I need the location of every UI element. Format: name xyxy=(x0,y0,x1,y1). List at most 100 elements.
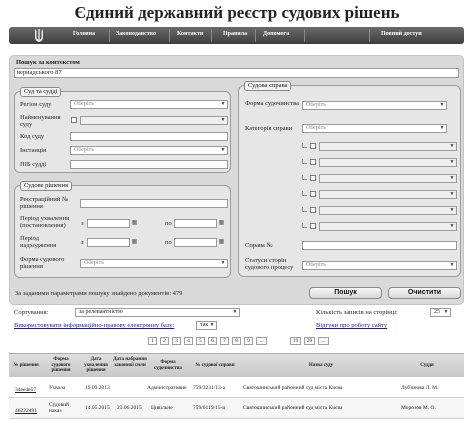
page-button[interactable]: 6 xyxy=(208,337,217,345)
subcategory-select[interactable]: ▼ xyxy=(319,222,457,231)
calendar-icon[interactable]: ▦ xyxy=(218,239,225,246)
chevron-down-icon: ▼ xyxy=(449,192,455,197)
chevron-down-icon: ▼ xyxy=(449,208,455,213)
column-header-proceeding-form[interactable]: Форма судочинства xyxy=(149,360,187,371)
nav-divider xyxy=(211,29,212,42)
category-select[interactable]: Оберіть ▼ xyxy=(302,124,447,133)
tree-connector xyxy=(302,159,307,164)
decision-number-link[interactable]: 46222491 xyxy=(15,408,37,414)
court-name-checkbox[interactable] xyxy=(71,117,77,123)
court-name-label: Найменування суду xyxy=(20,114,61,128)
chevron-down-icon: ▼ xyxy=(209,323,215,328)
chevron-down-icon: ▼ xyxy=(449,144,455,149)
case-number-cell: 759/3231/13-а xyxy=(193,385,226,391)
period-decision-label: Період ухвалення (постановлення) xyxy=(20,215,70,229)
period-receipt-from-input[interactable] xyxy=(87,238,130,247)
court-fieldset: Суд та судді Регіон суду Оберіть ▼ Найме… xyxy=(14,87,231,173)
e-service-select[interactable]: так ▼ xyxy=(196,321,217,330)
e-service-link[interactable]: Використовувати інформаційно-правову еле… xyxy=(14,322,174,329)
period-decision-from-input[interactable] xyxy=(87,219,130,228)
page-button[interactable]: 8 xyxy=(232,337,241,345)
calendar-icon[interactable]: ▦ xyxy=(131,220,138,227)
decision-form-label: Форма судового рішення xyxy=(20,256,65,270)
nav-help[interactable]: Допомога xyxy=(263,31,289,37)
per-page-select[interactable]: 25 ▼ xyxy=(430,308,451,317)
page-button[interactable]: 20 xyxy=(304,337,315,345)
decision-form-select[interactable]: Оберіть ▼ xyxy=(80,259,228,268)
column-header-decision-form[interactable]: Форма судового рішення xyxy=(45,357,77,374)
column-header-case-number[interactable]: № судової справи xyxy=(187,363,243,369)
tree-connector xyxy=(302,207,307,212)
column-header-judge[interactable]: Суддя xyxy=(399,363,455,369)
period-receipt-to-input[interactable] xyxy=(174,238,217,247)
search-button[interactable]: Пошук xyxy=(309,287,382,299)
chevron-down-icon: ▼ xyxy=(439,103,445,108)
subcategory-select[interactable]: ▼ xyxy=(319,190,457,199)
column-header-effective-date[interactable]: Дата набрання законної сили xyxy=(113,357,147,368)
proceeding-form-select-value: Оберіть xyxy=(306,102,326,108)
subcategory-checkbox[interactable] xyxy=(310,159,316,165)
chevron-down-icon: ▼ xyxy=(449,176,455,181)
subcategory-checkbox[interactable] xyxy=(310,223,316,229)
case-legend: Судова справа xyxy=(244,81,292,91)
chevron-down-icon: ▼ xyxy=(449,263,455,268)
subcategory-select[interactable]: ▼ xyxy=(319,174,457,183)
court-code-input[interactable] xyxy=(70,132,228,141)
context-search-input[interactable]: вериадського 87 xyxy=(14,68,459,78)
case-number-input[interactable] xyxy=(302,241,457,250)
subcategory-checkbox[interactable] xyxy=(310,175,316,181)
decision-number-link[interactable]: 34ee4e57 xyxy=(15,387,36,393)
subcategory-checkbox[interactable] xyxy=(310,207,316,213)
page-button[interactable]: 5 xyxy=(196,337,205,345)
page-button[interactable]: 3 xyxy=(172,337,181,345)
nav-contacts[interactable]: Контакти xyxy=(177,31,203,37)
region-select[interactable]: Оберіть ▼ xyxy=(70,100,228,109)
instance-select[interactable]: Оберіть ▼ xyxy=(70,146,228,155)
nav-full-access[interactable]: Повний доступ xyxy=(381,31,422,37)
nav-divider xyxy=(255,29,256,42)
instance-select-value: Оберіть xyxy=(74,147,94,153)
regnum-input[interactable] xyxy=(80,199,228,208)
decision-form-select-value: Оберіть xyxy=(84,260,104,266)
party-status-select[interactable]: Оберіть ▼ xyxy=(302,261,457,270)
calendar-icon[interactable]: ▦ xyxy=(131,239,138,246)
decision-form-cell: Судовий наказ xyxy=(49,402,69,414)
page-button[interactable]: 7 xyxy=(220,337,229,345)
column-header-decision-date[interactable]: Дата ухвалення рішення xyxy=(81,357,111,374)
page-ellipsis: ... xyxy=(318,337,329,345)
feedback-link[interactable]: Відгуки про роботу сайту xyxy=(316,322,387,329)
page-ellipsis: ... xyxy=(256,337,267,345)
calendar-icon[interactable]: ▦ xyxy=(218,220,225,227)
tree-connector xyxy=(302,143,307,148)
subcategory-checkbox[interactable] xyxy=(310,143,316,149)
proceeding-form-select[interactable]: Оберіть ▼ xyxy=(302,101,447,110)
column-header-court-name[interactable]: Назва суду xyxy=(271,363,371,369)
tree-connector xyxy=(302,223,307,228)
sorting-select[interactable]: за релевантністю ▼ xyxy=(75,308,240,317)
subcategory-select[interactable]: ▼ xyxy=(319,142,457,151)
subcategory-checkbox[interactable] xyxy=(310,191,316,197)
page-button[interactable]: 1 xyxy=(148,337,157,345)
page-button[interactable]: 4 xyxy=(184,337,193,345)
nav-rules[interactable]: Правила xyxy=(223,31,247,37)
page-button[interactable]: 2 xyxy=(160,337,169,345)
subcategory-select[interactable]: ▼ xyxy=(319,206,457,215)
judge-input[interactable] xyxy=(70,160,228,169)
clear-button[interactable]: Очистити xyxy=(388,287,461,299)
page-button[interactable]: 19 xyxy=(290,337,301,345)
court-name-select[interactable]: ▼ xyxy=(80,116,228,125)
period-decision-to-input[interactable] xyxy=(174,219,217,228)
region-select-value: Оберіть xyxy=(74,101,94,107)
party-status-select-value: Оберіть xyxy=(306,262,326,268)
nav-home[interactable]: Головна xyxy=(73,31,95,37)
page-button[interactable]: 9 xyxy=(244,337,253,345)
subcategory-select[interactable]: ▼ xyxy=(319,158,457,167)
nav-legislation[interactable]: Законодавство xyxy=(116,31,156,37)
sorting-select-value: за релевантністю xyxy=(79,309,123,315)
case-fieldset: Судова справа Форма судочинства Оберіть … xyxy=(238,81,461,277)
column-header-decision-number[interactable]: № рішення xyxy=(11,363,41,369)
court-name-cell: Святошинський районний суд міста Києва xyxy=(243,385,343,391)
court-name-cell: Святошинський районний суд міста Києва xyxy=(243,405,343,411)
party-status-label: Статуси сторін судового процесу xyxy=(245,257,294,271)
nav-divider xyxy=(109,29,110,42)
